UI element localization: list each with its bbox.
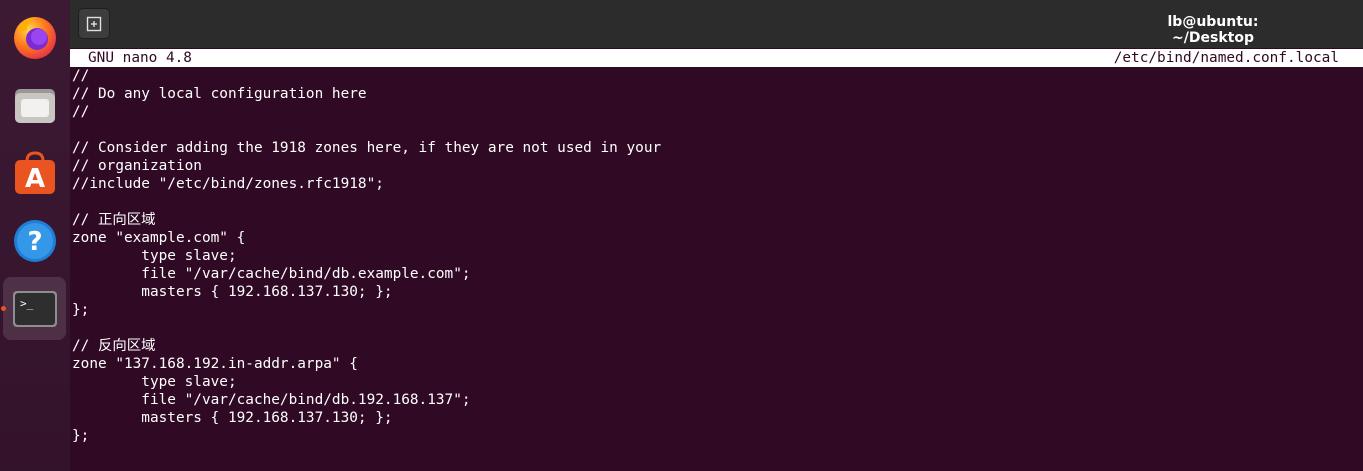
editor-line: // 正向区域	[72, 212, 156, 228]
editor-line: // organization	[72, 158, 202, 174]
editor-line: // Do any local configuration here	[72, 86, 367, 102]
svg-text:>_: >_	[20, 297, 34, 310]
editor-line: type slave;	[72, 374, 237, 390]
editor-line: zone "example.com" {	[72, 230, 246, 246]
editor-line: type slave;	[72, 248, 237, 264]
software-center-icon: A	[14, 150, 55, 194]
editor-line: };	[72, 302, 90, 318]
editor-line: file "/var/cache/bind/db.example.com";	[72, 266, 471, 282]
nano-header: GNU nano 4.8 /etc/bind/named.conf.local	[70, 49, 1363, 67]
nano-filename: /etc/bind/named.conf.local	[1113, 50, 1339, 66]
editor-line: };	[72, 428, 90, 444]
dock: A ? >_	[0, 0, 70, 471]
editor-line: //	[72, 68, 90, 84]
editor-line: masters { 192.168.137.130; };	[72, 284, 393, 300]
editor-line: // Consider adding the 1918 zones here, …	[72, 140, 662, 156]
folder-icon	[14, 88, 55, 123]
editor-line: // 反向区域	[72, 338, 156, 354]
nano-version: GNU nano 4.8	[88, 50, 192, 66]
window-title: lb@ubuntu: ~/Desktop	[1167, 14, 1259, 46]
help-icon: ?	[13, 219, 56, 262]
firefox-icon	[13, 16, 56, 59]
new-tab-icon	[86, 16, 102, 31]
dock-item-files[interactable]	[3, 73, 66, 136]
svg-text:?: ?	[27, 227, 42, 257]
editor-text-area[interactable]: // // Do any local configuration here // //…	[72, 67, 1357, 471]
terminal-titlebar: lb@ubuntu: ~/Desktop	[70, 0, 1363, 48]
terminal-icon: >_	[12, 290, 57, 327]
running-indicator	[1, 306, 6, 311]
editor-line: //	[72, 104, 90, 120]
dock-item-help[interactable]: ?	[3, 209, 66, 272]
dock-item-ubuntu-software[interactable]: A	[3, 141, 66, 204]
editor-line: zone "137.168.192.in-addr.arpa" {	[72, 356, 358, 372]
editor-line: file "/var/cache/bind/db.192.168.137";	[72, 392, 471, 408]
new-tab-button[interactable]	[78, 8, 110, 39]
editor-line: //include "/etc/bind/zones.rfc1918";	[72, 176, 384, 192]
dock-item-firefox[interactable]	[3, 5, 66, 68]
editor-line: masters { 192.168.137.130; };	[72, 410, 393, 426]
dock-item-terminal[interactable]: >_	[3, 277, 66, 340]
svg-text:A: A	[24, 164, 44, 194]
